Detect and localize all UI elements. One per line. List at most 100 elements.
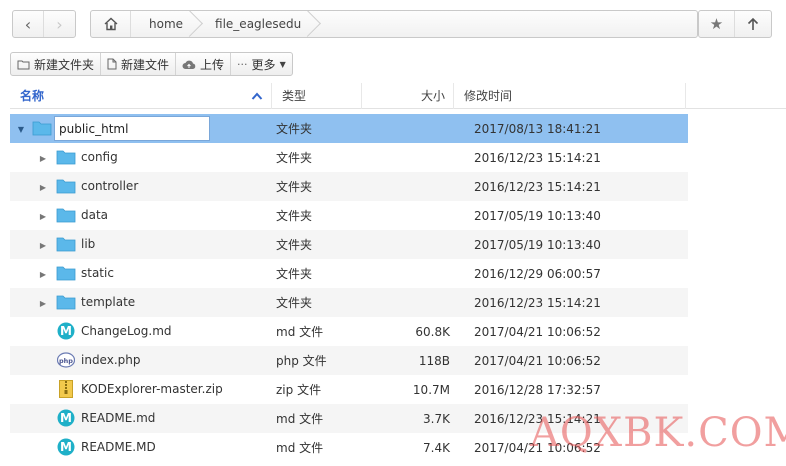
breadcrumb-item[interactable]: home <box>131 11 197 37</box>
name-cell: ▶ template <box>10 288 272 317</box>
new-file-button[interactable]: 新建文件 <box>101 53 177 75</box>
column-mtime-header[interactable]: 修改时间 <box>454 82 686 109</box>
file-row-readme-upper[interactable]: M README.MD md 文件 7.4K 2017/04/21 10:06:… <box>10 433 688 462</box>
folder-icon <box>32 121 52 136</box>
type-cell: 文件夹 <box>276 209 313 223</box>
type-cell: md 文件 <box>276 325 324 339</box>
zip-icon <box>59 380 73 398</box>
history-nav: ‹ › <box>12 10 76 38</box>
file-row-readme-md[interactable]: M README.md md 文件 3.7K 2016/12/23 15:14:… <box>10 404 688 433</box>
ellipsis-icon: ··· <box>237 57 248 71</box>
file-row-changelog[interactable]: M ChangeLog.md md 文件 60.8K 2017/04/21 10… <box>10 317 688 346</box>
name-cell: M ChangeLog.md <box>10 317 272 346</box>
type-cell: md 文件 <box>276 412 324 426</box>
php-icon: php <box>57 352 75 368</box>
mtime-cell: 2017/05/19 10:13:40 <box>474 237 601 252</box>
mtime-cell: 2017/08/13 18:41:21 <box>474 121 601 136</box>
name-cell: ▶ lib <box>10 230 272 259</box>
upload-label: 上传 <box>200 57 225 72</box>
arrow-up-icon <box>747 17 759 30</box>
file-name: README.MD <box>81 440 156 454</box>
file-row-template[interactable]: ▶ template 文件夹 2016/12/23 15:14:21 <box>10 288 688 317</box>
folder-icon <box>56 150 76 165</box>
mtime-cell: 2017/05/19 10:13:40 <box>474 208 601 223</box>
mtime-cell: 2017/04/21 10:06:52 <box>474 324 601 339</box>
column-name-label: 名称 <box>20 89 45 103</box>
mtime-cell: 2016/12/28 17:32:57 <box>474 382 601 397</box>
type-cell: md 文件 <box>276 441 324 455</box>
mtime-cell: 2016/12/23 15:14:21 <box>474 150 601 165</box>
caret-down-icon[interactable]: ▼ <box>16 124 26 134</box>
size-cell: 3.7K <box>423 411 450 426</box>
folder-icon <box>56 208 76 223</box>
type-cell: zip 文件 <box>276 383 322 397</box>
caret-right-icon[interactable]: ▶ <box>38 182 48 192</box>
back-button[interactable]: ‹ <box>13 11 45 37</box>
home-icon <box>104 17 117 31</box>
caret-down-icon: ▼ <box>279 59 286 69</box>
folder-icon <box>56 237 76 252</box>
sort-up-icon <box>251 92 263 100</box>
file-row-lib[interactable]: ▶ lib 文件夹 2017/05/19 10:13:40 <box>10 230 688 259</box>
up-button[interactable] <box>735 11 771 37</box>
breadcrumb: home file_eaglesedu <box>90 10 698 38</box>
file-row-index-php[interactable]: php index.php php 文件 118B 2017/04/21 10:… <box>10 346 688 375</box>
mtime-cell: 2016/12/29 06:00:57 <box>474 266 601 281</box>
folder-icon <box>56 179 76 194</box>
more-button[interactable]: ··· 更多 ▼ <box>231 53 292 75</box>
folder-icon <box>56 295 76 310</box>
column-type-header[interactable]: 类型 <box>272 82 362 109</box>
file-name: index.php <box>81 353 141 367</box>
forward-button[interactable]: › <box>44 11 75 37</box>
file-name: ChangeLog.md <box>81 324 172 338</box>
new-file-label: 新建文件 <box>121 57 170 72</box>
file-name: lib <box>81 237 96 251</box>
file-name: data <box>81 208 109 222</box>
home-button[interactable] <box>91 11 131 37</box>
type-cell: 文件夹 <box>276 296 313 310</box>
file-outline-icon <box>107 58 117 70</box>
svg-text:M: M <box>60 324 72 338</box>
toolbar: 新建文件夹 新建文件 上传 ··· 更多 ▼ <box>10 52 293 76</box>
svg-text:php: php <box>59 357 73 365</box>
type-cell: php 文件 <box>276 354 327 368</box>
markdown-icon: M <box>57 409 75 427</box>
name-cell: ▶ data <box>10 201 272 230</box>
file-row-static[interactable]: ▶ static 文件夹 2016/12/29 06:00:57 <box>10 259 688 288</box>
rename-input[interactable] <box>54 116 210 141</box>
caret-right-icon[interactable]: ▶ <box>38 298 48 308</box>
file-name: static <box>81 266 114 280</box>
chevron-right-icon: › <box>56 14 63 34</box>
type-cell: 文件夹 <box>276 238 313 252</box>
caret-right-icon[interactable]: ▶ <box>38 240 48 250</box>
new-folder-label: 新建文件夹 <box>34 57 95 72</box>
file-row-controller[interactable]: ▶ controller 文件夹 2016/12/23 15:14:21 <box>10 172 688 201</box>
file-row-config[interactable]: ▶ config 文件夹 2016/12/23 15:14:21 <box>10 143 688 172</box>
file-row-data[interactable]: ▶ data 文件夹 2017/05/19 10:13:40 <box>10 201 688 230</box>
svg-text:M: M <box>60 411 72 425</box>
caret-right-icon[interactable]: ▶ <box>38 153 48 163</box>
column-size-header[interactable]: 大小 <box>362 82 454 109</box>
name-cell: M README.MD <box>10 433 272 462</box>
column-name-header[interactable]: 名称 <box>10 82 272 109</box>
name-cell: ▶ static <box>10 259 272 288</box>
type-cell: 文件夹 <box>276 151 313 165</box>
star-icon: ★ <box>709 15 724 33</box>
name-cell: php index.php <box>10 346 272 375</box>
upload-button[interactable]: 上传 <box>176 53 232 75</box>
mtime-cell: 2016/12/23 15:14:21 <box>474 179 601 194</box>
mtime-cell: 2017/04/21 10:06:52 <box>474 353 601 368</box>
breadcrumb-item[interactable]: file_eaglesedu <box>197 11 315 37</box>
folder-outline-icon <box>17 60 30 69</box>
file-row-public-html[interactable]: ▼ 文件夹 2017/08/13 18:41:21 <box>10 114 688 143</box>
cloud-upload-icon <box>182 60 196 69</box>
caret-right-icon[interactable]: ▶ <box>38 269 48 279</box>
favorite-button[interactable]: ★ <box>699 11 735 37</box>
folder-icon <box>56 266 76 281</box>
name-cell: KODExplorer-master.zip <box>10 375 272 404</box>
new-folder-button[interactable]: 新建文件夹 <box>11 53 102 75</box>
name-cell: ▶ controller <box>10 172 272 201</box>
chevron-left-icon: ‹ <box>24 14 32 34</box>
caret-right-icon[interactable]: ▶ <box>38 211 48 221</box>
file-row-zip[interactable]: KODExplorer-master.zip zip 文件 10.7M 2016… <box>10 375 688 404</box>
